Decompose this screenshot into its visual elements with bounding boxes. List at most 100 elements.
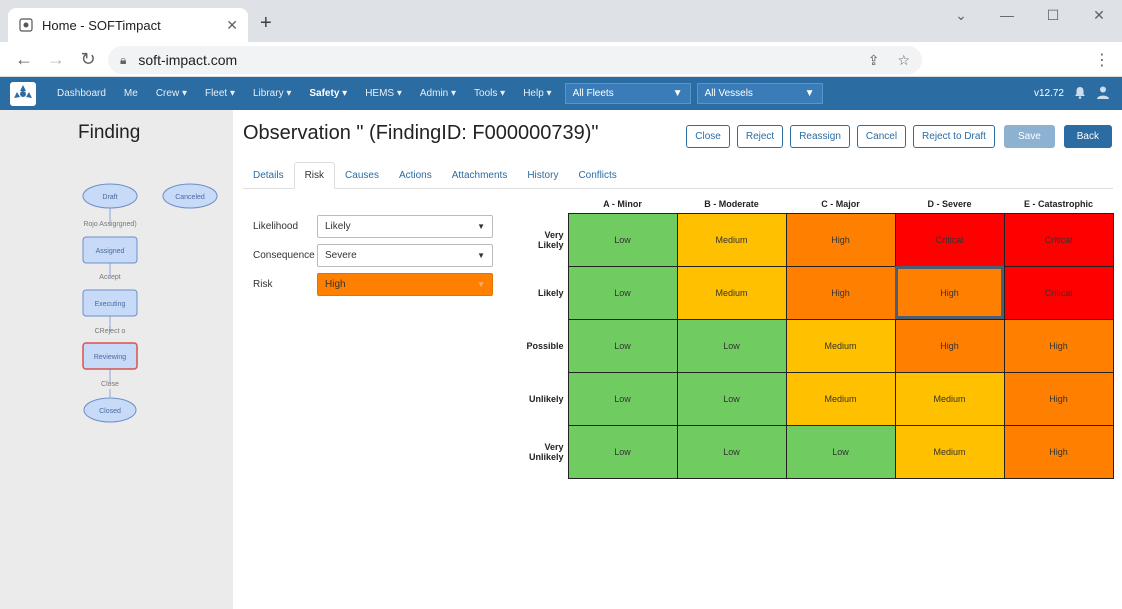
nav-admin[interactable]: Admin ▾ (411, 88, 465, 99)
nav-fleet[interactable]: Fleet ▾ (196, 88, 244, 99)
back-button[interactable]: Back (1063, 125, 1112, 148)
vessel-select-value: All Vessels (704, 88, 753, 99)
browser-tab[interactable]: Home - SOFTimpact ✕ (8, 8, 248, 42)
caret-down-icon: ▼ (477, 279, 485, 289)
chevron-down-icon[interactable]: ⌄ (938, 0, 984, 30)
new-tab-icon[interactable]: + (260, 12, 272, 35)
nav-crew[interactable]: Crew ▾ (147, 88, 196, 99)
matrix-cell[interactable]: Medium (894, 371, 1005, 426)
bookmark-star-icon[interactable]: ☆ (897, 52, 910, 69)
matrix-cell[interactable]: Low (567, 265, 678, 320)
user-icon[interactable] (1096, 85, 1110, 102)
edge-label: Close (101, 381, 119, 388)
main-area: Finding Draft Canceled Rojo Assigrgned) … (0, 110, 1122, 609)
caret-down-icon: ▼ (477, 221, 485, 231)
browser-menu-icon[interactable]: ⋮ (1094, 50, 1110, 70)
matrix-cell[interactable]: Critical (894, 212, 1005, 267)
forward-arrow-icon[interactable]: → (40, 49, 72, 70)
tab-conflicts[interactable]: Conflicts (568, 162, 626, 189)
matrix-cell[interactable]: Medium (676, 265, 787, 320)
bell-icon[interactable] (1074, 86, 1086, 102)
back-arrow-icon[interactable]: ← (8, 49, 40, 70)
nav-right: v12.72 (1034, 77, 1110, 110)
tab-title: Home - SOFTimpact (42, 17, 161, 33)
url-input[interactable]: 🔒︎ soft-impact.com ⇪ ☆ (108, 46, 922, 74)
close-window-icon[interactable]: ✕ (1076, 0, 1122, 30)
state-canceled-label: Canceled (175, 194, 205, 201)
tab-history[interactable]: History (517, 162, 568, 189)
matrix-cell[interactable]: Low (785, 424, 896, 479)
matrix-cell[interactable]: High (894, 318, 1005, 373)
consequence-select[interactable]: Severe ▼ (317, 243, 493, 267)
likelihood-select[interactable]: Likely ▼ (317, 214, 493, 238)
cancel-button[interactable]: Cancel (856, 125, 907, 148)
save-button[interactable]: Save (1003, 125, 1055, 148)
app-logo[interactable] (6, 79, 40, 109)
tab-attachments[interactable]: Attachments (442, 162, 518, 189)
maximize-icon[interactable]: ☐ (1030, 0, 1076, 30)
consequence-value: Severe (325, 249, 357, 261)
matrix-cell[interactable]: High (785, 265, 896, 320)
nav-help[interactable]: Help ▾ (514, 88, 560, 99)
state-reviewing-label: Reviewing (94, 354, 126, 361)
matrix-cell[interactable]: Low (676, 371, 787, 426)
nav-safety[interactable]: Safety ▾ (300, 88, 356, 99)
matrix-cell[interactable]: High (1003, 424, 1114, 479)
reject-button[interactable]: Reject (736, 125, 784, 148)
matrix-cell-selected[interactable]: High (894, 265, 1005, 320)
edge-label: CReject o (95, 328, 126, 335)
matrix-cell[interactable]: Medium (785, 318, 896, 373)
nav-dashboard[interactable]: Dashboard (48, 88, 115, 99)
lock-icon: 🔒︎ (120, 52, 127, 67)
matrix-cell[interactable]: Low (676, 318, 787, 373)
nav-library[interactable]: Library ▾ (244, 88, 300, 99)
reject-to-draft-button[interactable]: Reject to Draft (913, 125, 995, 148)
url-text: soft-impact.com (138, 52, 238, 68)
edge-label: Accept (99, 274, 120, 281)
tab-close-icon[interactable]: ✕ (226, 17, 238, 34)
nav-me[interactable]: Me (115, 88, 147, 99)
matrix-row: Very Likely Low Medium High Critical Cri… (517, 212, 1114, 267)
row-header: Unlikely (528, 393, 564, 404)
matrix-cell[interactable]: High (1003, 318, 1114, 373)
matrix-cell[interactable]: Medium (785, 371, 896, 426)
nav-tools[interactable]: Tools ▾ (465, 88, 514, 99)
nav-hems[interactable]: HEMS ▾ (356, 88, 411, 99)
matrix-cell[interactable]: Medium (894, 424, 1005, 479)
matrix-cell[interactable]: Low (567, 424, 678, 479)
row-header: Very Likely (537, 229, 564, 250)
risk-select: High ▼ (317, 272, 493, 296)
matrix-cell[interactable]: Medium (676, 212, 787, 267)
tab-details[interactable]: Details (243, 162, 294, 189)
address-bar: ← → ↻ 🔒︎ soft-impact.com ⇪ ☆ ⋮ (0, 42, 1122, 77)
reassign-button[interactable]: Reassign (790, 125, 850, 148)
window-controls: ⌄ — ☐ ✕ (938, 0, 1122, 30)
state-assigned-label: Assigned (96, 248, 125, 255)
vessel-select[interactable]: All Vessels ▼ (696, 83, 823, 104)
risk-form: Likelihood Likely ▼ Consequence Severe ▼… (253, 214, 493, 301)
fleet-select[interactable]: All Fleets ▼ (564, 83, 691, 104)
matrix-cell[interactable]: High (1003, 371, 1114, 426)
minimize-icon[interactable]: — (984, 0, 1030, 30)
column-header: B - Moderate (704, 198, 759, 209)
tab-actions[interactable]: Actions (389, 162, 442, 189)
matrix-cell[interactable]: High (785, 212, 896, 267)
reload-icon[interactable]: ↻ (72, 49, 104, 70)
matrix-cell[interactable]: Critical (1003, 212, 1114, 267)
matrix-row: Likely Low Medium High High Critical (517, 265, 1114, 320)
risk-matrix: A - Minor B - Moderate C - Major D - Sev… (517, 195, 1114, 479)
state-draft-label: Draft (102, 194, 117, 201)
matrix-cell[interactable]: Low (567, 318, 678, 373)
close-button[interactable]: Close (686, 125, 730, 148)
matrix-cell[interactable]: Low (567, 212, 678, 267)
matrix-cell[interactable]: Low (567, 371, 678, 426)
share-icon[interactable]: ⇪ (868, 52, 880, 69)
matrix-cell[interactable]: Low (676, 424, 787, 479)
site-favicon-icon (18, 17, 34, 33)
matrix-cell[interactable]: Critical (1003, 265, 1114, 320)
risk-value: High (325, 278, 346, 290)
risk-label: Risk (253, 278, 273, 290)
matrix-row: Possible Low Low Medium High High (517, 318, 1114, 373)
tab-risk[interactable]: Risk (293, 162, 336, 189)
tab-causes[interactable]: Causes (335, 162, 389, 189)
